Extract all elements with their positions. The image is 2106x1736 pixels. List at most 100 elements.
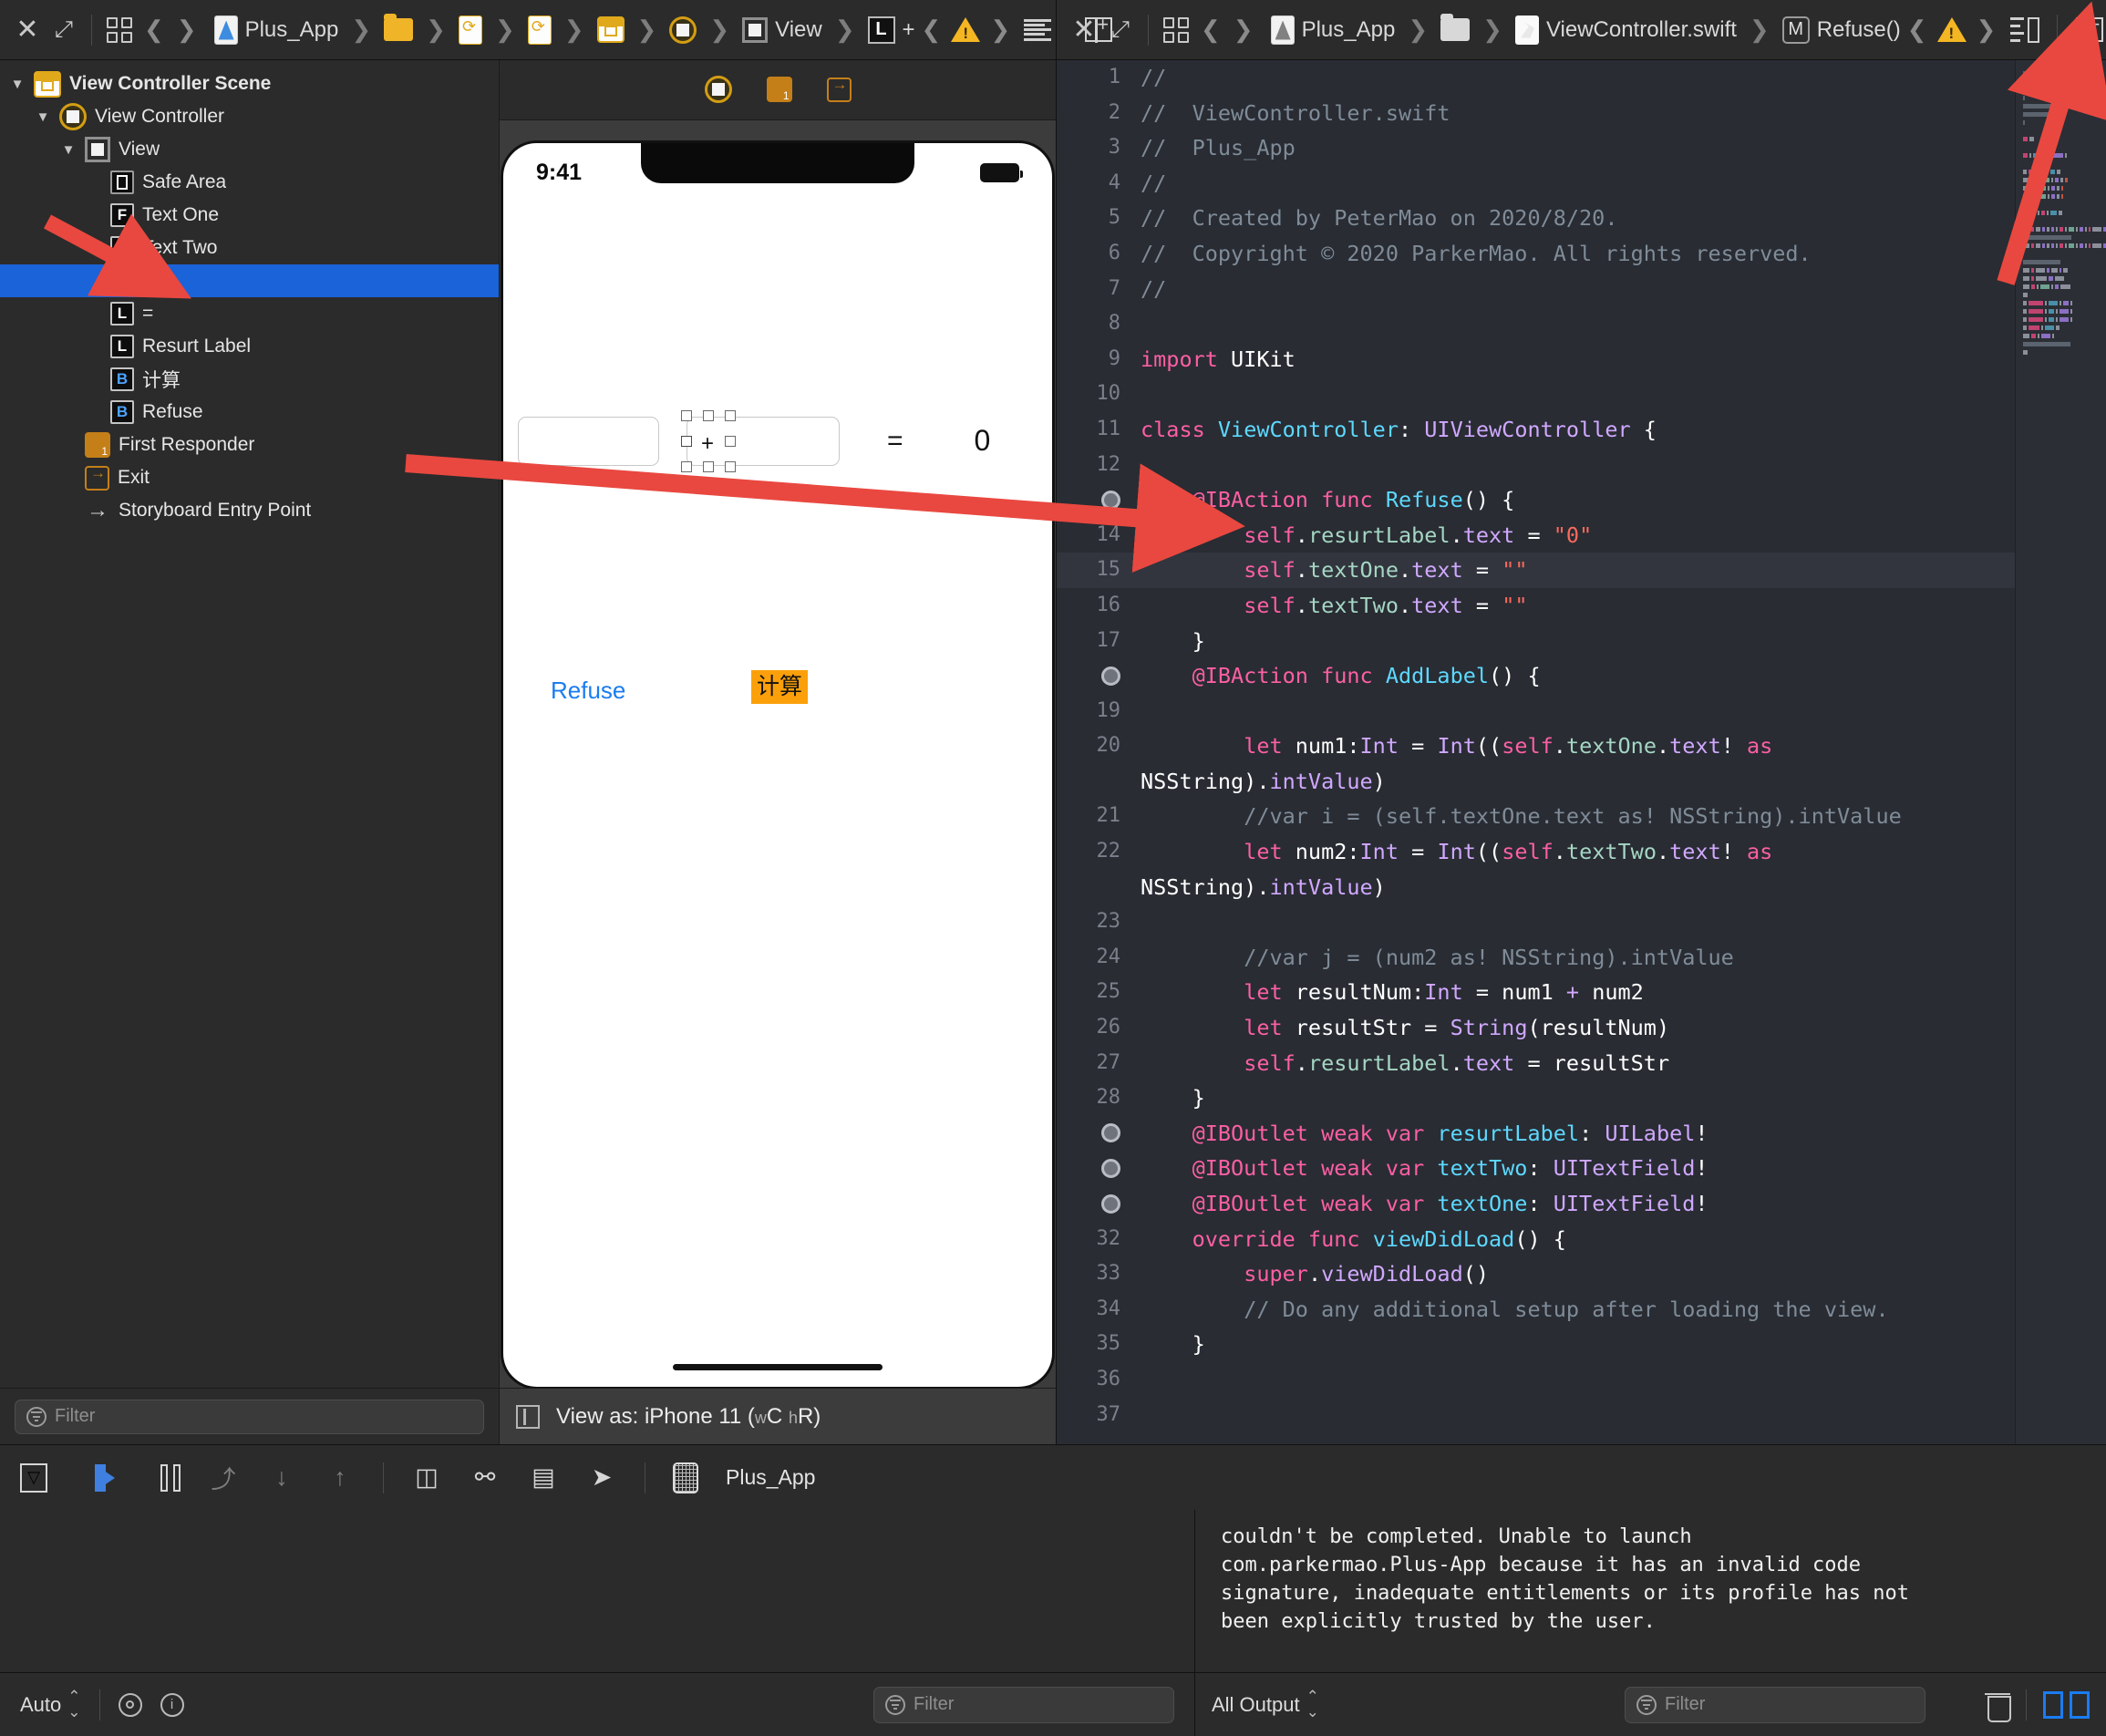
code-text[interactable]: override func viewDidLoad() { [1141, 1222, 2015, 1257]
line-number[interactable]: 27 [1057, 1046, 1141, 1081]
code-text[interactable]: class ViewController: UIViewController { [1141, 412, 2015, 448]
info-icon[interactable]: i [160, 1693, 184, 1717]
code-text[interactable]: @IBOutlet weak var textOne: UITextField! [1141, 1186, 2015, 1222]
storyboard-doc-icon[interactable] [528, 16, 552, 45]
storyboard-canvas[interactable]: 9:41 [500, 60, 1056, 1444]
code-line[interactable]: 3// Plus_App [1057, 130, 2015, 166]
line-number[interactable]: 9 [1057, 342, 1141, 377]
grid-icon[interactable] [1158, 12, 1194, 48]
step-into-icon[interactable]: ↓ [266, 1463, 297, 1493]
disclosure-triangle[interactable]: ▶ [86, 207, 102, 223]
view-controller-icon[interactable] [705, 76, 732, 103]
code-line[interactable]: @IBAction func AddLabel() { [1057, 658, 2015, 694]
outline-item-+[interactable]: ▶L+ [0, 264, 499, 297]
code-text[interactable]: // [1141, 60, 2015, 96]
line-number[interactable]: 37 [1057, 1398, 1141, 1433]
code-line[interactable]: 36 [1057, 1362, 2015, 1398]
continue-icon[interactable] [95, 1464, 115, 1492]
line-number[interactable]: 22 [1057, 834, 1141, 870]
prev-issue-button[interactable]: ❮ [1901, 16, 1934, 44]
code-line[interactable]: 37 [1057, 1398, 2015, 1433]
add-editor-icon[interactable] [2067, 12, 2106, 48]
code-text[interactable]: @IBOutlet weak var resurtLabel: UILabel! [1141, 1116, 2015, 1152]
code-text[interactable]: // Copyright © 2020 ParkerMao. All right… [1141, 236, 2015, 272]
view-icon[interactable] [742, 17, 768, 43]
code-text[interactable]: let resultStr = String(resultNum) [1141, 1010, 2015, 1046]
storyboard-doc-icon[interactable] [459, 16, 482, 45]
code-line[interactable]: 22 let num2:Int = Int((self.textTwo.text… [1057, 834, 2015, 904]
code-text[interactable] [1141, 1398, 2015, 1433]
refuse-button[interactable]: Refuse [551, 677, 625, 705]
console-view[interactable]: couldn't be completed. Unable to launch … [1195, 1510, 2106, 1672]
breadcrumb-label-method[interactable]: Refuse() [1817, 17, 1901, 43]
code-text[interactable]: self.resurtLabel.text = "0" [1141, 518, 2015, 553]
code-text[interactable]: //var j = (num2 as! NSString).intValue [1141, 940, 2015, 976]
line-number[interactable]: 10 [1057, 377, 1141, 412]
code-text[interactable]: self.resurtLabel.text = resultStr [1141, 1046, 2015, 1081]
code-line[interactable]: 17 } [1057, 624, 2015, 659]
code-line[interactable]: 23 [1057, 904, 2015, 940]
outline-item-text-one[interactable]: ▶FText One [0, 199, 499, 232]
split-console-toggle-icon[interactable] [2043, 1691, 2090, 1719]
canvas-area[interactable]: 9:41 [500, 120, 1056, 1388]
disclosure-triangle[interactable]: ▶ [86, 371, 102, 388]
line-number[interactable]: 4 [1057, 166, 1141, 202]
code-line[interactable]: 33 super.viewDidLoad() [1057, 1256, 2015, 1292]
code-line[interactable]: 26 let resultStr = String(resultNum) [1057, 1010, 2015, 1046]
code-text[interactable]: //var i = (self.textOne.text as! NSStrin… [1141, 799, 2015, 834]
code-line[interactable]: 2// ViewController.swift [1057, 96, 2015, 131]
code-line[interactable]: 8 [1057, 306, 2015, 342]
code-text[interactable]: super.viewDidLoad() [1141, 1256, 2015, 1292]
code-line[interactable]: 34 // Do any additional setup after load… [1057, 1292, 2015, 1328]
disclosure-triangle[interactable]: ▶ [60, 470, 77, 486]
line-number[interactable]: 23 [1057, 904, 1141, 940]
swift-file-icon[interactable] [1515, 16, 1539, 45]
disclosure-triangle[interactable]: ▼ [9, 77, 26, 92]
breakpoint-marker[interactable] [1057, 1151, 1141, 1186]
line-number[interactable]: 28 [1057, 1080, 1141, 1116]
code-text[interactable]: } [1141, 624, 2015, 659]
close-icon[interactable]: ✕ [9, 12, 46, 48]
outline-item-view[interactable]: ▼View [0, 133, 499, 166]
line-number[interactable]: 35 [1057, 1327, 1141, 1362]
line-number[interactable]: 24 [1057, 940, 1141, 976]
console-filter-field[interactable]: Filter [1625, 1687, 1925, 1723]
step-out-icon[interactable]: ↑ [325, 1463, 356, 1493]
line-number[interactable]: 2 [1057, 96, 1141, 131]
code-text[interactable]: // [1141, 166, 2015, 202]
code-line[interactable]: 11class ViewController: UIViewController… [1057, 412, 2015, 448]
outline-item-exit[interactable]: ▶Exit [0, 461, 499, 494]
line-number[interactable]: 8 [1057, 306, 1141, 342]
output-popup[interactable]: All Output ⌃⌄ [1212, 1690, 1319, 1719]
minimap-toggle-icon[interactable] [2002, 12, 2048, 48]
view-controller-icon[interactable] [669, 16, 697, 44]
code-line[interactable]: 9import UIKit [1057, 342, 2015, 377]
view-debug-icon[interactable]: ◫ [411, 1463, 442, 1493]
code-text[interactable]: let num1:Int = Int((self.textOne.text! a… [1141, 728, 2015, 799]
device-toggle-icon[interactable] [516, 1405, 540, 1429]
outline-item-first-responder[interactable]: ▶First Responder [0, 429, 499, 461]
line-number[interactable]: 1 [1057, 60, 1141, 96]
code-line[interactable]: 28 } [1057, 1080, 2015, 1116]
breadcrumb-label-plus[interactable]: + [903, 17, 915, 43]
line-number[interactable]: 19 [1057, 694, 1141, 729]
code-text[interactable] [1141, 694, 2015, 729]
resurt-label[interactable]: 0 [975, 424, 991, 458]
line-number[interactable]: 12 [1057, 448, 1141, 483]
line-number[interactable]: 36 [1057, 1362, 1141, 1398]
breadcrumb-label-file[interactable]: ViewController.swift [1546, 17, 1737, 43]
code-text[interactable]: @IBAction func Refuse() { [1141, 482, 2015, 518]
code-text[interactable]: self.textTwo.text = "" [1141, 588, 2015, 624]
line-number[interactable]: 14 [1057, 518, 1141, 553]
disclosure-triangle[interactable]: ▶ [86, 305, 102, 322]
view-as-label[interactable]: View as: iPhone 11 (wC hR) [556, 1404, 821, 1430]
code-line[interactable]: 4// [1057, 166, 2015, 202]
line-number[interactable]: 11 [1057, 412, 1141, 448]
outline-item-safe-area[interactable]: ▶Safe Area [0, 166, 499, 199]
code-editor[interactable]: 1//2// ViewController.swift3// Plus_App4… [1057, 60, 2106, 1444]
next-issue-button[interactable]: ❯ [984, 16, 1017, 44]
code-line[interactable]: @IBAction func Refuse() { [1057, 482, 2015, 518]
code-text[interactable]: let resultNum:Int = num1 + num2 [1141, 975, 2015, 1010]
code-line[interactable]: 20 let num1:Int = Int((self.textOne.text… [1057, 728, 2015, 799]
code-text[interactable]: } [1141, 1327, 2015, 1362]
